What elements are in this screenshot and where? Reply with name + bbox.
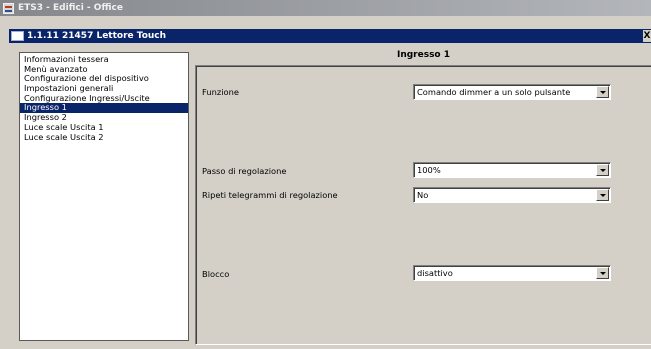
app-titlebar: ETS3 - Edifici - Office xyxy=(0,0,651,16)
passo-regolazione-label: Passo di regolazione xyxy=(202,166,287,176)
parameter-tree[interactable]: Informazioni tessera Menù avanzato Confi… xyxy=(19,52,189,341)
passo-regolazione-value: 100% xyxy=(417,165,441,175)
chevron-down-icon[interactable] xyxy=(596,86,609,98)
dialog-title: 1.1.11 21457 Lettore Touch xyxy=(27,31,167,41)
parameter-panel xyxy=(195,65,651,345)
blocco-select[interactable]: disattivo xyxy=(413,265,611,281)
device-window-icon xyxy=(11,31,24,41)
dialog-titlebar[interactable]: 1.1.11 21457 Lettore Touch X xyxy=(9,29,651,43)
passo-regolazione-select[interactable]: 100% xyxy=(413,162,611,178)
app-title: ETS3 - Edifici - Office xyxy=(18,3,123,13)
ripeti-telegrammi-label: Ripeti telegrammi di regolazione xyxy=(202,190,338,200)
funzione-value: Comando dimmer a un solo pulsante xyxy=(417,87,571,97)
blocco-label: Blocco xyxy=(202,269,230,279)
chevron-down-icon[interactable] xyxy=(596,189,609,201)
funzione-label: Funzione xyxy=(202,87,239,97)
funzione-select[interactable]: Comando dimmer a un solo pulsante xyxy=(413,84,611,100)
ripeti-telegrammi-value: No xyxy=(417,190,429,200)
chevron-down-icon[interactable] xyxy=(596,164,609,176)
ripeti-telegrammi-select[interactable]: No xyxy=(413,187,611,203)
ets-app-icon xyxy=(3,2,14,14)
blocco-value: disattivo xyxy=(417,268,453,278)
sidebar-item-luce-scale-uscita-2[interactable]: Luce scale Uscita 2 xyxy=(20,132,188,143)
close-button[interactable]: X xyxy=(643,30,651,42)
page-title: Ingresso 1 xyxy=(396,50,451,60)
chevron-down-icon[interactable] xyxy=(596,267,609,279)
